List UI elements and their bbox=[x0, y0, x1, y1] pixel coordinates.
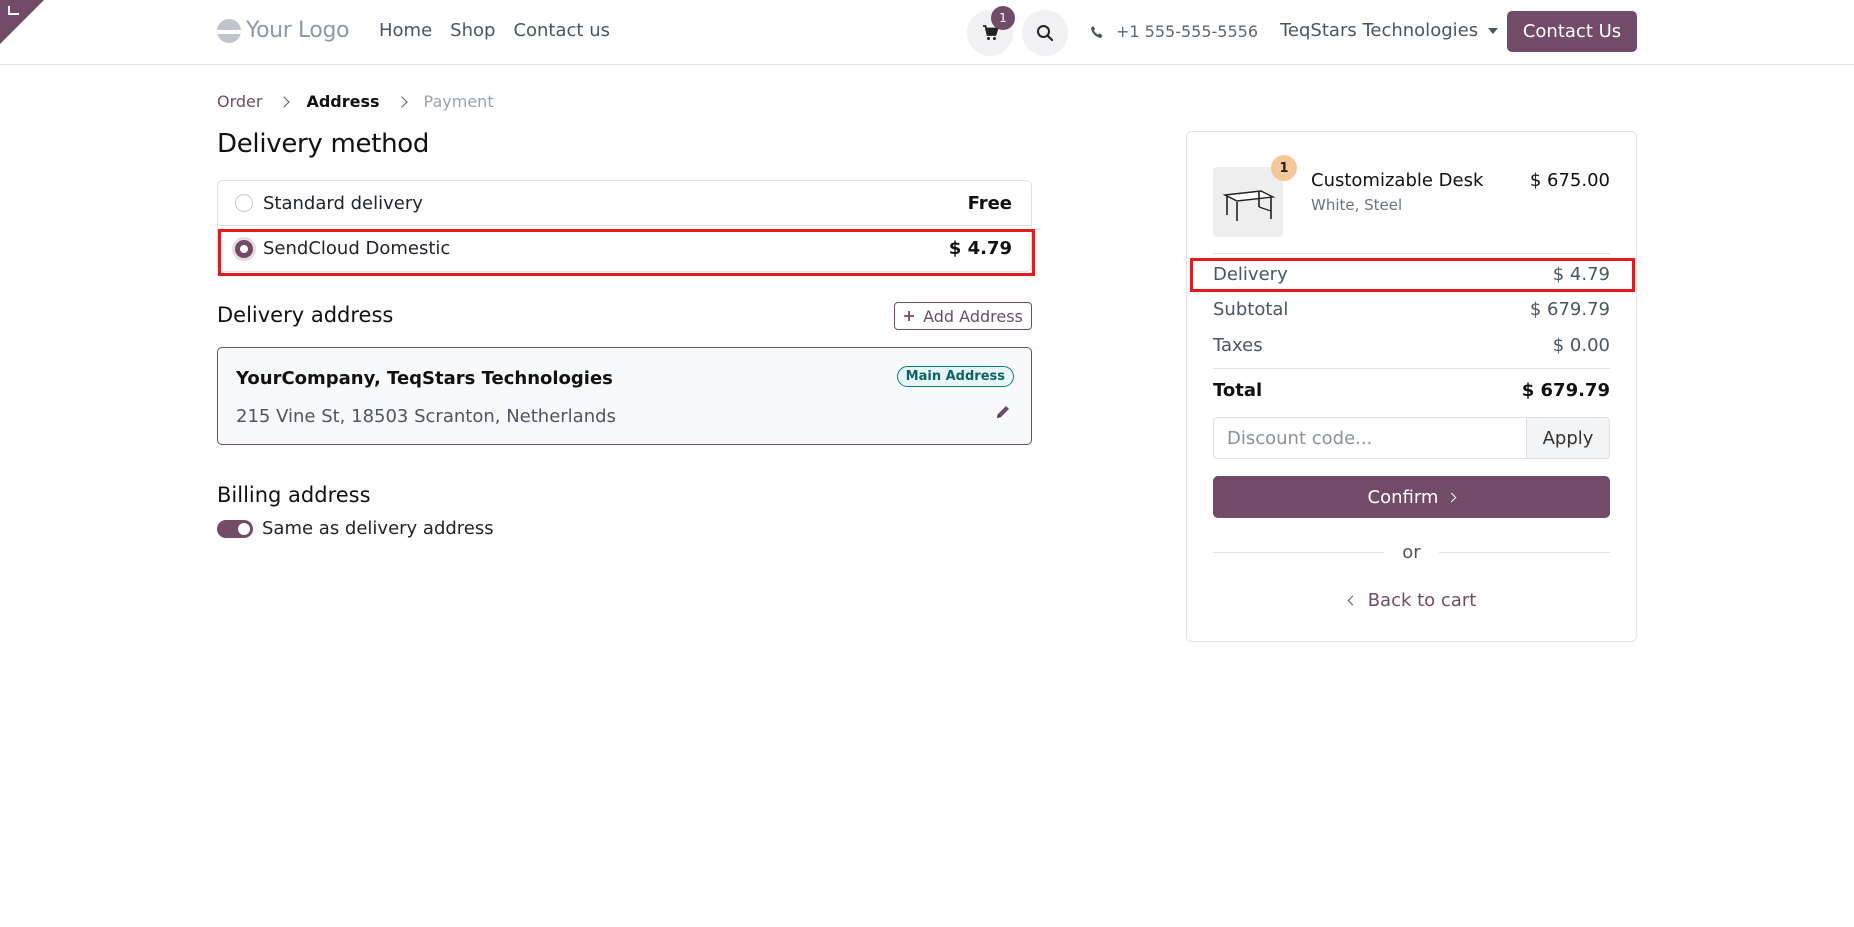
plus-icon bbox=[904, 311, 915, 321]
site-header: Your Logo Home Shop Contact us 1 +1 555-… bbox=[0, 0, 1854, 65]
nav-home[interactable]: Home bbox=[379, 20, 432, 41]
taxes-label: Taxes bbox=[1213, 335, 1263, 356]
cart-button[interactable]: 1 bbox=[967, 6, 1015, 56]
phone-link[interactable]: +1 555-555-5556 bbox=[1090, 22, 1258, 41]
back-to-cart-link[interactable]: Back to cart bbox=[1187, 590, 1638, 611]
taxes-value: $ 0.00 bbox=[1552, 335, 1610, 356]
breadcrumb-address: Address bbox=[306, 92, 380, 111]
delivery-option-label: Standard delivery bbox=[263, 192, 423, 214]
add-address-label: Add Address bbox=[923, 306, 1023, 326]
product-image bbox=[1213, 167, 1283, 237]
confirm-label: Confirm bbox=[1367, 486, 1439, 508]
address-card[interactable]: YourCompany, TeqStars Technologies Main … bbox=[217, 347, 1032, 445]
divider bbox=[1438, 552, 1611, 553]
nav-shop[interactable]: Shop bbox=[450, 20, 495, 41]
company-dropdown[interactable]: TeqStars Technologies bbox=[1280, 20, 1499, 41]
apply-discount-button[interactable]: Apply bbox=[1526, 417, 1610, 459]
product-price: $ 675.00 bbox=[1529, 170, 1610, 191]
address-name: YourCompany, TeqStars Technologies bbox=[236, 368, 613, 389]
caret-down-icon bbox=[1488, 27, 1499, 34]
chevron-right-icon bbox=[395, 95, 408, 108]
add-address-button[interactable]: Add Address bbox=[894, 302, 1032, 330]
divider bbox=[1213, 368, 1610, 369]
divider bbox=[1213, 253, 1610, 254]
delivery-method-title: Delivery method bbox=[217, 129, 430, 159]
main-address-badge: Main Address bbox=[896, 366, 1014, 387]
total-value: $ 679.79 bbox=[1521, 380, 1610, 401]
or-separator: or bbox=[1213, 542, 1611, 563]
logo-icon bbox=[217, 18, 241, 43]
billing-address-title: Billing address bbox=[217, 483, 371, 507]
confirm-button[interactable]: Confirm bbox=[1213, 476, 1610, 518]
divider bbox=[1213, 552, 1385, 553]
chevron-right-icon bbox=[278, 95, 291, 108]
product-name[interactable]: Customizable Desk bbox=[1311, 170, 1483, 191]
site-logo[interactable]: Your Logo bbox=[217, 18, 350, 43]
same-address-label: Same as delivery address bbox=[262, 518, 494, 539]
product-quantity-badge: 1 bbox=[1271, 155, 1297, 181]
product-variant: White, Steel bbox=[1311, 196, 1403, 214]
subtotal-row: Subtotal $ 679.79 bbox=[1213, 299, 1610, 320]
search-icon bbox=[1037, 25, 1054, 42]
breadcrumb-payment: Payment bbox=[423, 92, 494, 111]
company-name: TeqStars Technologies bbox=[1280, 20, 1479, 41]
cart-count-badge: 1 bbox=[991, 6, 1015, 30]
delivery-option-standard[interactable]: Standard delivery Free bbox=[217, 180, 1032, 226]
discount-form: Apply bbox=[1213, 417, 1610, 459]
logo-text: Your Logo bbox=[246, 18, 350, 43]
contact-us-button[interactable]: Contact Us bbox=[1507, 11, 1637, 52]
pencil-icon[interactable] bbox=[995, 404, 1011, 420]
delivery-option-price: Free bbox=[967, 192, 1012, 214]
delivery-address-title: Delivery address bbox=[217, 303, 394, 327]
checkout-breadcrumb: Order Address Payment bbox=[217, 92, 494, 111]
breadcrumb-order[interactable]: Order bbox=[217, 92, 262, 111]
phone-number: +1 555-555-5556 bbox=[1116, 22, 1259, 41]
back-to-cart-label: Back to cart bbox=[1367, 590, 1477, 611]
phone-icon bbox=[1091, 25, 1103, 38]
highlight-delivery-row bbox=[1190, 258, 1635, 292]
same-address-toggle[interactable] bbox=[217, 520, 253, 538]
radio-standard-delivery[interactable] bbox=[235, 194, 253, 212]
main-nav: Home Shop Contact us bbox=[379, 20, 610, 41]
total-label: Total bbox=[1213, 380, 1263, 401]
discount-code-input[interactable] bbox=[1213, 417, 1526, 459]
taxes-row: Taxes $ 0.00 bbox=[1213, 335, 1610, 356]
nav-contact-us[interactable]: Contact us bbox=[513, 20, 610, 41]
address-line: 215 Vine St, 18503 Scranton, Netherlands bbox=[236, 406, 616, 427]
or-text: or bbox=[1402, 542, 1421, 563]
chevron-left-icon bbox=[1347, 595, 1358, 606]
desk-icon bbox=[1222, 190, 1276, 221]
highlight-sendcloud-option bbox=[218, 229, 1035, 276]
total-row: Total $ 679.79 bbox=[1213, 380, 1610, 401]
order-summary-card: 1 Customizable Desk White, Steel $ 675.0… bbox=[1186, 131, 1637, 642]
chevron-right-icon bbox=[1447, 492, 1457, 502]
subtotal-label: Subtotal bbox=[1213, 299, 1289, 320]
search-button[interactable] bbox=[1022, 10, 1068, 56]
subtotal-value: $ 679.79 bbox=[1529, 299, 1610, 320]
